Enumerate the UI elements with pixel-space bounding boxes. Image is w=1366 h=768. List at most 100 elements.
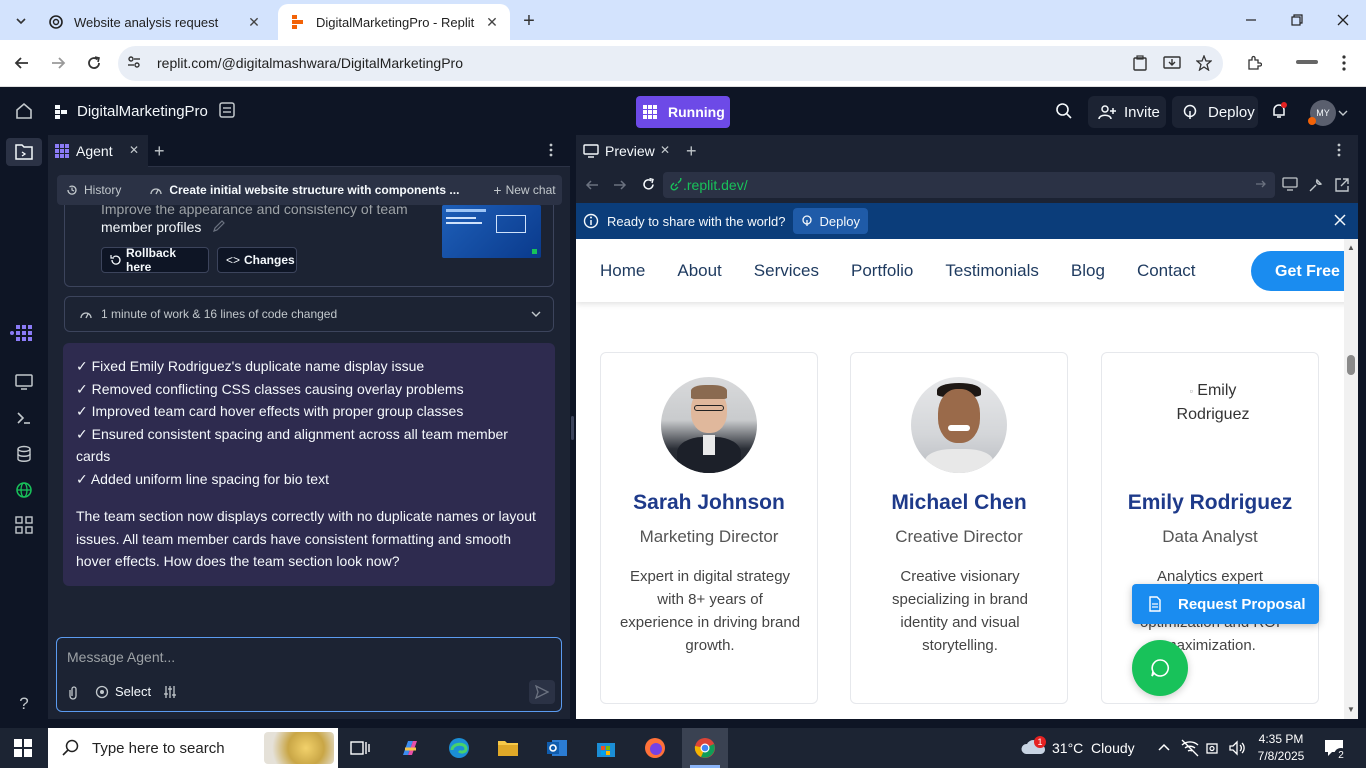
back-icon[interactable]	[585, 178, 599, 192]
nav-link-contact[interactable]: Contact	[1137, 261, 1196, 281]
taskbar-search-box[interactable]: Type here to search	[48, 728, 338, 768]
team-card[interactable]: Michael Chen Creative Director Creative …	[850, 352, 1068, 704]
kebab-menu-icon[interactable]	[1337, 143, 1347, 159]
tab-agent[interactable]: Agent ✕	[48, 135, 148, 167]
help-icon[interactable]: ?	[12, 692, 36, 716]
chevron-down-icon[interactable]	[1338, 108, 1348, 118]
add-tab-button[interactable]: +	[686, 141, 697, 162]
volume-icon[interactable]	[1228, 740, 1246, 756]
extensions-icon[interactable]	[1242, 51, 1266, 75]
preview-url-bar[interactable]: .replit.dev/	[663, 172, 1275, 198]
camera-icon[interactable]	[1205, 740, 1221, 756]
changes-button[interactable]: <> Changes	[217, 247, 297, 273]
tab-search-button[interactable]	[10, 10, 32, 32]
send-button[interactable]	[529, 680, 555, 704]
site-info-icon[interactable]	[126, 54, 144, 72]
attach-icon[interactable]	[67, 685, 79, 701]
history-button[interactable]: History	[84, 183, 121, 197]
preview-tool-icon[interactable]	[12, 370, 36, 394]
deploy-button[interactable]: Deploy	[1172, 96, 1258, 128]
close-window-button[interactable]	[1328, 8, 1358, 32]
close-icon[interactable]: ✕	[129, 143, 139, 157]
scroll-up-arrow[interactable]: ▲	[1347, 243, 1355, 252]
reload-icon[interactable]	[82, 51, 106, 75]
files-icon[interactable]	[12, 140, 36, 164]
browser-tab-active[interactable]: DigitalMarketingPro - Replit ✕	[278, 4, 510, 40]
nav-link-testimonials[interactable]: Testimonials	[945, 261, 1039, 281]
nav-link-blog[interactable]: Blog	[1071, 261, 1105, 281]
firefox-icon[interactable]	[639, 734, 671, 762]
select-element-button[interactable]: Select	[95, 684, 151, 699]
message-input-box[interactable]: Message Agent... Select	[56, 637, 562, 712]
team-card[interactable]: ▫ Emily Rodriguez Emily Rodriguez Data A…	[1101, 352, 1319, 704]
run-button[interactable]: Running	[636, 96, 730, 128]
agent-tool-icon[interactable]	[12, 321, 36, 345]
rollback-button[interactable]: Rollback here	[101, 246, 209, 274]
install-app-icon[interactable]	[1160, 51, 1184, 75]
edge-browser-icon[interactable]	[443, 734, 475, 762]
close-icon[interactable]	[1334, 214, 1346, 226]
get-free-cta-button[interactable]: Get Free C	[1251, 251, 1358, 291]
close-icon[interactable]: ✕	[484, 14, 500, 30]
shell-icon[interactable]	[12, 406, 36, 430]
nav-link-services[interactable]: Services	[754, 261, 819, 281]
notifications-bell-icon[interactable]	[1270, 102, 1292, 124]
project-name[interactable]: DigitalMarketingPro	[77, 103, 208, 120]
settings-sliders-icon[interactable]	[163, 685, 177, 699]
nav-link-home[interactable]: Home	[600, 261, 645, 281]
kebab-menu-icon[interactable]	[549, 143, 559, 159]
forward-icon[interactable]	[613, 178, 627, 192]
clipboard-icon[interactable]	[1128, 51, 1152, 75]
work-summary-row[interactable]: 1 minute of work & 16 lines of code chan…	[64, 296, 554, 332]
message-input[interactable]: Message Agent...	[67, 649, 175, 665]
devtools-wrench-icon[interactable]	[1308, 177, 1324, 193]
screenshot-thumbnail[interactable]	[442, 205, 541, 258]
close-icon[interactable]: ✕	[246, 14, 262, 30]
close-icon[interactable]: ✕	[660, 143, 670, 157]
microsoft-store-icon[interactable]	[590, 734, 622, 762]
outlook-icon[interactable]	[541, 734, 573, 762]
all-tools-icon[interactable]	[12, 513, 36, 537]
copilot-icon[interactable]	[394, 734, 426, 762]
back-icon[interactable]	[10, 51, 34, 75]
file-explorer-icon[interactable]	[492, 734, 524, 762]
network-icon[interactable]	[1180, 739, 1200, 757]
nav-link-about[interactable]: About	[677, 261, 721, 281]
restore-button[interactable]	[1282, 8, 1312, 32]
add-tab-button[interactable]: +	[154, 141, 165, 162]
scrollbar[interactable]	[1344, 239, 1358, 719]
minimize-button[interactable]	[1236, 8, 1266, 32]
pencil-icon[interactable]	[212, 219, 226, 233]
new-tab-button[interactable]: +	[518, 10, 540, 32]
scroll-down-arrow[interactable]: ▼	[1347, 705, 1355, 714]
nav-link-portfolio[interactable]: Portfolio	[851, 261, 913, 281]
profile-icon[interactable]	[1296, 60, 1318, 64]
clock[interactable]: 4:35 PM 7/8/2025	[1256, 731, 1306, 765]
open-arrow-icon[interactable]	[1255, 178, 1267, 190]
banner-deploy-button[interactable]: Deploy	[793, 208, 868, 234]
forward-icon[interactable]	[46, 51, 70, 75]
chrome-menu-icon[interactable]	[1332, 51, 1356, 75]
reload-icon[interactable]	[641, 177, 656, 192]
tab-preview[interactable]: Preview ✕	[576, 135, 678, 167]
invite-button[interactable]: Invite	[1088, 96, 1166, 128]
database-icon[interactable]	[12, 442, 36, 466]
scrollbar-thumb[interactable]	[1347, 355, 1355, 375]
browser-tab[interactable]: Website analysis request ✕	[36, 4, 272, 40]
bookmark-star-icon[interactable]	[1192, 51, 1216, 75]
home-icon[interactable]	[14, 101, 36, 123]
chevron-up-icon[interactable]	[1157, 741, 1171, 755]
globe-icon[interactable]	[12, 478, 36, 502]
task-view-icon[interactable]	[344, 734, 376, 762]
open-new-tab-icon[interactable]	[1334, 177, 1350, 193]
new-chat-button[interactable]: New chat	[506, 183, 556, 197]
team-card[interactable]: Sarah Johnson Marketing Director Expert …	[600, 352, 818, 704]
thread-title[interactable]: Create initial website structure with co…	[169, 183, 459, 197]
weather-text[interactable]: 31°C Cloudy	[1052, 740, 1135, 756]
windows-start-icon[interactable]	[14, 739, 32, 757]
search-icon[interactable]	[1055, 102, 1077, 124]
chrome-icon[interactable]	[689, 734, 721, 762]
whatsapp-chat-button[interactable]	[1132, 640, 1188, 696]
request-proposal-button[interactable]: Request Proposal	[1132, 584, 1319, 624]
resize-handle[interactable]	[571, 416, 574, 440]
